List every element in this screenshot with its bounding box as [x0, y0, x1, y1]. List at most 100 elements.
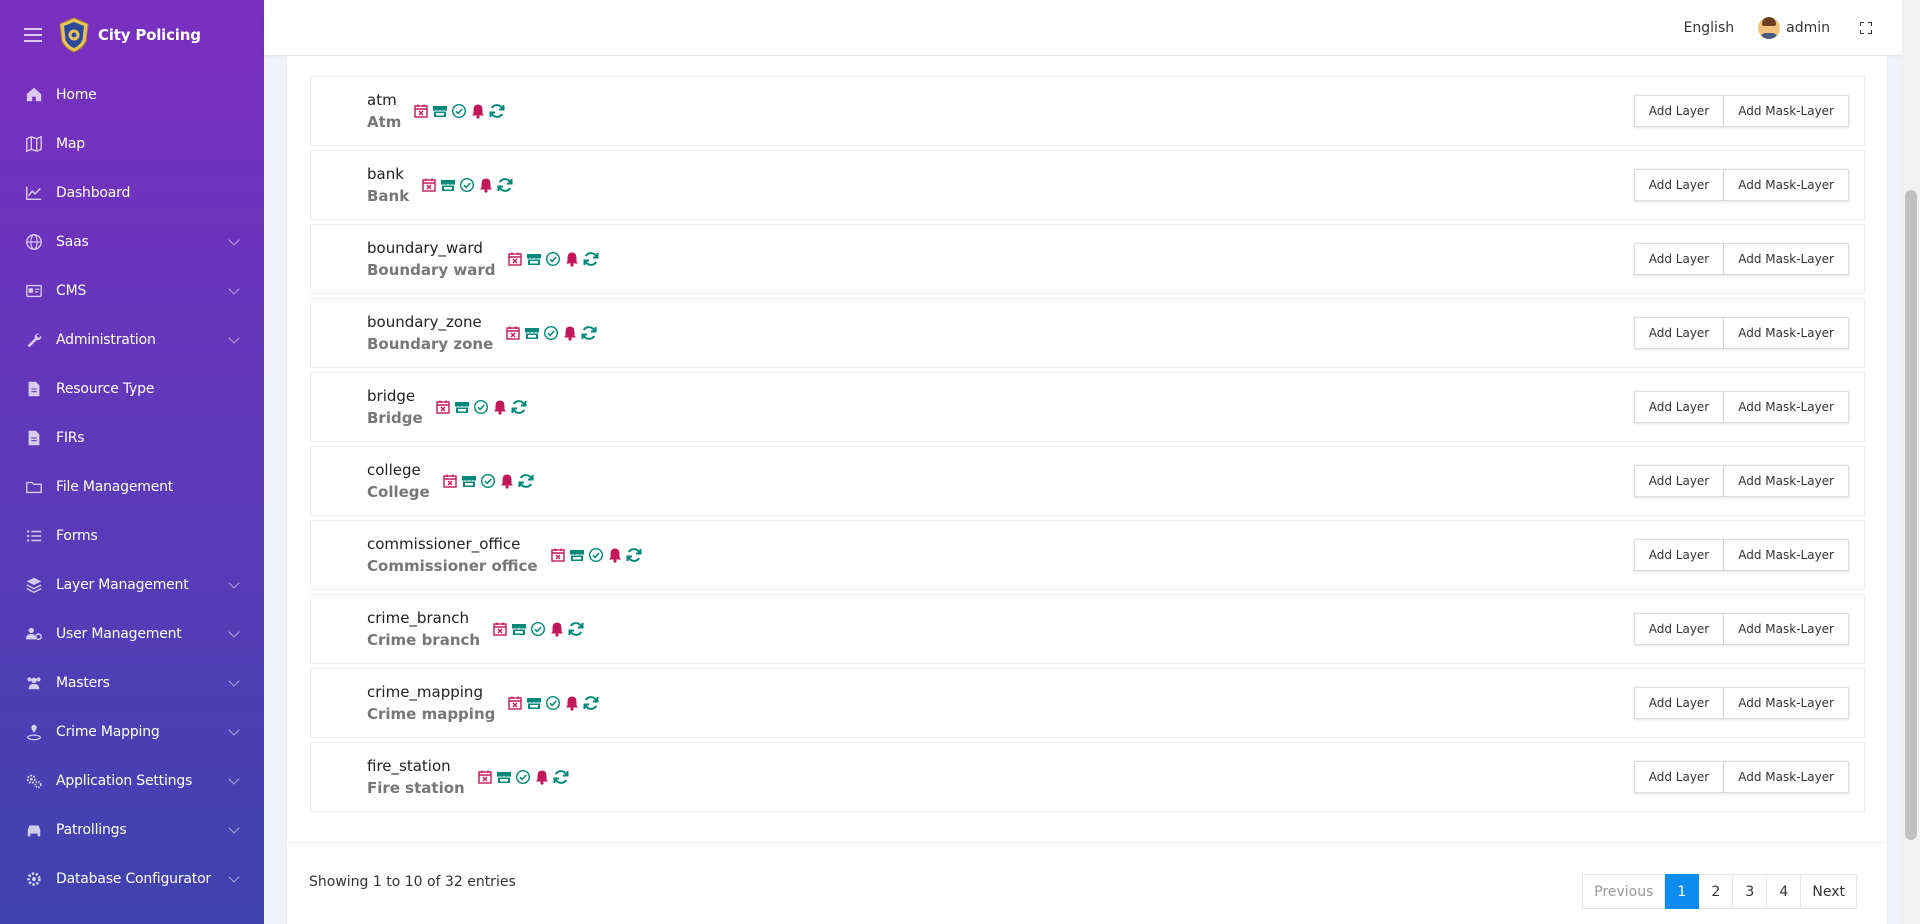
- add-mask-layer-button[interactable]: Add Mask-Layer: [1724, 169, 1849, 201]
- sync-icon[interactable]: [626, 547, 642, 563]
- add-mask-layer-button[interactable]: Add Mask-Layer: [1724, 317, 1849, 349]
- fullscreen-icon[interactable]: [1860, 22, 1872, 34]
- sidebar-item-cms[interactable]: CMS: [0, 266, 264, 315]
- sync-icon[interactable]: [489, 103, 505, 119]
- check-circle-icon[interactable]: [545, 695, 561, 711]
- store-icon[interactable]: [440, 177, 456, 193]
- sidebar-item-administration[interactable]: Administration: [0, 315, 264, 364]
- bell-icon[interactable]: [499, 473, 515, 489]
- calendar-remove-icon[interactable]: [442, 473, 458, 489]
- bell-icon[interactable]: [607, 547, 623, 563]
- add-layer-button[interactable]: Add Layer: [1633, 169, 1725, 201]
- bell-icon[interactable]: [534, 769, 550, 785]
- bell-icon[interactable]: [478, 177, 494, 193]
- calendar-remove-icon[interactable]: [492, 621, 508, 637]
- add-layer-button[interactable]: Add Layer: [1633, 761, 1725, 793]
- calendar-remove-icon[interactable]: [477, 769, 493, 785]
- scrollbar-thumb[interactable]: [1905, 190, 1917, 840]
- add-layer-button[interactable]: Add Layer: [1633, 613, 1725, 645]
- sidebar-item-resource-type[interactable]: Resource Type: [0, 364, 264, 413]
- add-mask-layer-button[interactable]: Add Mask-Layer: [1724, 687, 1849, 719]
- store-icon[interactable]: [526, 695, 542, 711]
- user-menu[interactable]: admin: [1758, 17, 1830, 39]
- bell-icon[interactable]: [492, 399, 508, 415]
- check-circle-icon[interactable]: [545, 251, 561, 267]
- store-icon[interactable]: [524, 325, 540, 341]
- add-layer-button[interactable]: Add Layer: [1633, 391, 1725, 423]
- calendar-remove-icon[interactable]: [507, 695, 523, 711]
- store-icon[interactable]: [461, 473, 477, 489]
- check-circle-icon[interactable]: [530, 621, 546, 637]
- pagination-page-1[interactable]: 1: [1665, 874, 1700, 909]
- add-mask-layer-button[interactable]: Add Mask-Layer: [1724, 761, 1849, 793]
- language-selector[interactable]: English: [1684, 20, 1735, 36]
- bell-icon[interactable]: [549, 621, 565, 637]
- sidebar-item-firs[interactable]: FIRs: [0, 413, 264, 462]
- store-icon[interactable]: [496, 769, 512, 785]
- sync-icon[interactable]: [511, 399, 527, 415]
- calendar-remove-icon[interactable]: [550, 547, 566, 563]
- add-layer-button[interactable]: Add Layer: [1633, 243, 1725, 275]
- pagination-page-3[interactable]: 3: [1733, 874, 1768, 909]
- wrench-icon: [24, 330, 44, 350]
- add-mask-layer-button[interactable]: Add Mask-Layer: [1724, 391, 1849, 423]
- add-mask-layer-button[interactable]: Add Mask-Layer: [1724, 613, 1849, 645]
- bell-icon[interactable]: [564, 251, 580, 267]
- check-circle-icon[interactable]: [459, 177, 475, 193]
- add-layer-button[interactable]: Add Layer: [1633, 539, 1725, 571]
- sync-icon[interactable]: [553, 769, 569, 785]
- sync-icon[interactable]: [583, 695, 599, 711]
- sync-icon[interactable]: [518, 473, 534, 489]
- calendar-remove-icon[interactable]: [505, 325, 521, 341]
- check-circle-icon[interactable]: [515, 769, 531, 785]
- sidebar-item-forms[interactable]: Forms: [0, 511, 264, 560]
- add-layer-button[interactable]: Add Layer: [1633, 95, 1725, 127]
- bell-icon[interactable]: [470, 103, 486, 119]
- pagination-page-4[interactable]: 4: [1767, 874, 1802, 909]
- check-circle-icon[interactable]: [588, 547, 604, 563]
- sidebar-item-saas[interactable]: Saas: [0, 217, 264, 266]
- add-mask-layer-button[interactable]: Add Mask-Layer: [1724, 539, 1849, 571]
- bell-icon[interactable]: [562, 325, 578, 341]
- store-icon[interactable]: [454, 399, 470, 415]
- sidebar-item-patrollings[interactable]: Patrollings: [0, 805, 264, 854]
- sidebar-item-map[interactable]: Map: [0, 119, 264, 168]
- store-icon[interactable]: [432, 103, 448, 119]
- sync-icon[interactable]: [497, 177, 513, 193]
- add-mask-layer-button[interactable]: Add Mask-Layer: [1724, 465, 1849, 497]
- bell-icon[interactable]: [564, 695, 580, 711]
- sidebar-item-dashboard[interactable]: Dashboard: [0, 168, 264, 217]
- sidebar-item-crime-mapping[interactable]: Crime Mapping: [0, 707, 264, 756]
- check-circle-icon[interactable]: [543, 325, 559, 341]
- add-layer-button[interactable]: Add Layer: [1633, 687, 1725, 719]
- sidebar-item-layer-management[interactable]: Layer Management: [0, 560, 264, 609]
- page-scrollbar[interactable]: [1902, 0, 1920, 924]
- sidebar-item-file-management[interactable]: File Management: [0, 462, 264, 511]
- calendar-remove-icon[interactable]: [435, 399, 451, 415]
- hamburger-menu-icon[interactable]: [24, 28, 42, 42]
- add-mask-layer-button[interactable]: Add Mask-Layer: [1724, 243, 1849, 275]
- check-circle-icon[interactable]: [473, 399, 489, 415]
- add-layer-button[interactable]: Add Layer: [1633, 317, 1725, 349]
- calendar-remove-icon[interactable]: [413, 103, 429, 119]
- store-icon[interactable]: [569, 547, 585, 563]
- sidebar-item-application-settings[interactable]: Application Settings: [0, 756, 264, 805]
- calendar-remove-icon[interactable]: [507, 251, 523, 267]
- sync-icon[interactable]: [568, 621, 584, 637]
- sidebar-item-home[interactable]: Home: [0, 70, 264, 119]
- sidebar-item-user-management[interactable]: User Management: [0, 609, 264, 658]
- add-mask-layer-button[interactable]: Add Mask-Layer: [1724, 95, 1849, 127]
- pagination-next[interactable]: Next: [1801, 874, 1857, 909]
- check-circle-icon[interactable]: [451, 103, 467, 119]
- check-circle-icon[interactable]: [480, 473, 496, 489]
- sidebar-item-database-configurator[interactable]: Database Configurator: [0, 854, 264, 903]
- pagination-page-2[interactable]: 2: [1699, 874, 1734, 909]
- calendar-remove-icon[interactable]: [421, 177, 437, 193]
- sidebar-item-masters[interactable]: Masters: [0, 658, 264, 707]
- sync-icon[interactable]: [583, 251, 599, 267]
- pagination-previous[interactable]: Previous: [1582, 874, 1666, 909]
- add-layer-button[interactable]: Add Layer: [1633, 465, 1725, 497]
- store-icon[interactable]: [526, 251, 542, 267]
- store-icon[interactable]: [511, 621, 527, 637]
- sync-icon[interactable]: [581, 325, 597, 341]
